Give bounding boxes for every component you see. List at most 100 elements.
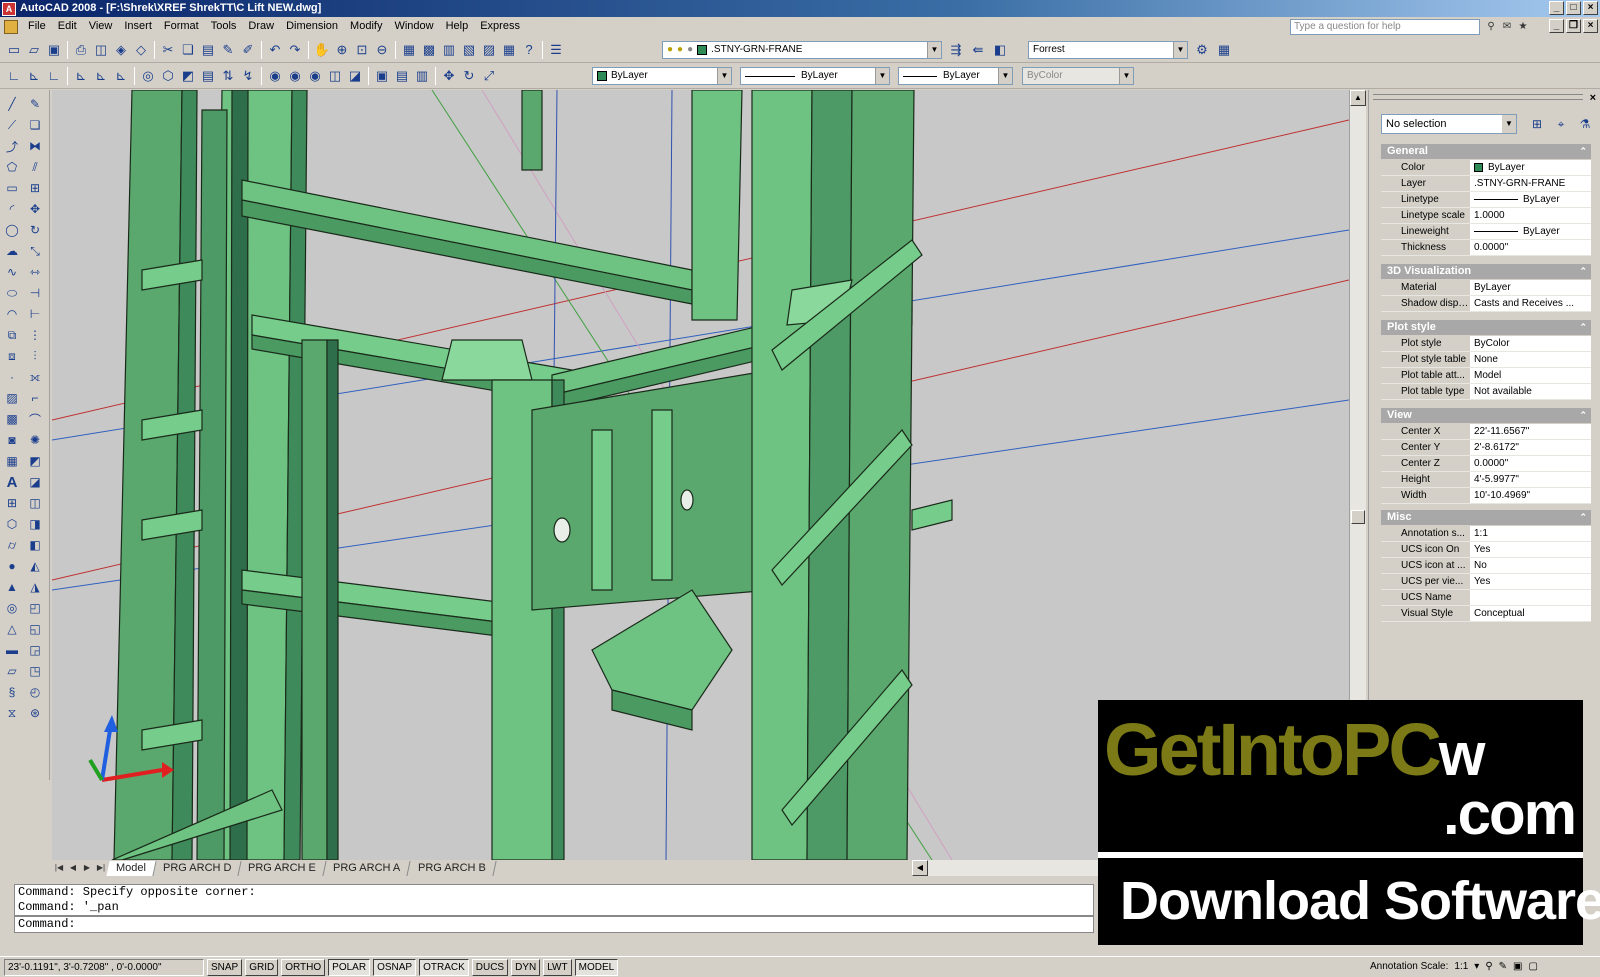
osnap-toggle[interactable]: OSNAP [373,958,417,976]
presspull-icon[interactable]: ⇅ [218,66,238,86]
cone-icon[interactable]: ▲ [2,577,22,597]
linetype-combo[interactable]: ByLayer ▼ [740,67,890,85]
layer-combo[interactable]: ● ● ● .STNY-GRN-FRANE ▼ [662,41,942,59]
planar-surface-icon[interactable]: ▱ [2,661,22,681]
prop-row[interactable]: Plot style table None [1381,352,1591,368]
3dprint-icon[interactable]: ◇ [131,40,151,60]
extrude-icon[interactable]: ▤ [198,66,218,86]
array-icon[interactable]: ⊞ [25,178,45,198]
doc-close-button[interactable]: × [1583,19,1598,33]
ucs-icon[interactable]: ∟ [4,66,24,86]
move-faces-icon[interactable]: ◫ [25,493,45,513]
construction-line-icon[interactable]: ⟋ [2,115,22,135]
solid-edit-icon[interactable]: ◩ [25,451,45,471]
publish-icon[interactable]: ◈ [111,40,131,60]
doc-minimize-button[interactable]: _ [1549,19,1564,33]
ellipse-arc-icon[interactable]: ◠ [2,304,22,324]
prop-row[interactable]: Center Z 0.0000" [1381,456,1591,472]
prop-row[interactable]: Plot table att... Model [1381,368,1591,384]
section-header[interactable]: General ⌃ [1381,144,1591,159]
copy-object-icon[interactable]: ❏ [25,115,45,135]
3d-orbit-icon[interactable]: ◎ [138,66,158,86]
close-button[interactable]: × [1583,1,1598,15]
menu-format[interactable]: Format [158,17,205,36]
autocad-app-icon[interactable]: A [2,1,16,16]
menu-insert[interactable]: Insert [118,17,158,36]
revcloud-icon[interactable]: ☁ [2,241,22,261]
prop-row[interactable]: Lineweight ByLayer [1381,224,1591,240]
prop-row[interactable]: Layer .STNY-GRN-FRANE [1381,176,1591,192]
prev-tab-icon[interactable]: ◀ [66,861,80,875]
section-header[interactable]: Plot style ⌃ [1381,320,1591,335]
close-icon[interactable]: × [1590,92,1596,104]
lights-icon[interactable]: ▥ [412,66,432,86]
block-editor-icon[interactable]: ✐ [238,40,258,60]
collapse-icon[interactable]: ⌃ [1579,320,1587,335]
color-combo[interactable]: ByLayer ▼ [592,67,732,85]
intersect-icon[interactable]: ◉ [305,66,325,86]
copy-faces-icon[interactable]: ◰ [25,598,45,618]
offset-icon[interactable]: ⫽ [25,157,45,177]
taper-faces-icon[interactable]: ◮ [25,577,45,597]
menu-express[interactable]: Express [474,17,526,36]
extrude-faces-icon[interactable]: ◪ [25,472,45,492]
lwt-toggle[interactable]: LWT [543,958,572,976]
prop-row[interactable]: Thickness 0.0000" [1381,240,1591,256]
subtract-icon[interactable]: ◉ [285,66,305,86]
section-header[interactable]: Misc ⌃ [1381,510,1591,525]
prop-row[interactable]: UCS per vie... Yes [1381,574,1591,590]
selection-combo[interactable]: No selection ▼ [1381,114,1517,134]
menu-modify[interactable]: Modify [344,17,388,36]
zoom-previous-icon[interactable]: ⊖ [372,40,392,60]
tab-prg-arch-e[interactable]: PRG ARCH E [238,860,327,876]
section-header[interactable]: 3D Visualization ⌃ [1381,264,1591,279]
menu-draw[interactable]: Draw [242,17,280,36]
command-input[interactable]: Command: [14,916,1094,933]
ortho-toggle[interactable]: ORTHO [281,958,326,976]
hatch-icon[interactable]: ▨ [2,388,22,408]
polysolid-icon[interactable]: ▬ [2,640,22,660]
table-style-icon[interactable]: ▦ [1214,40,1234,60]
point-icon[interactable]: · [2,367,22,387]
menu-edit[interactable]: Edit [52,17,83,36]
snap-toggle[interactable]: SNAP [207,958,243,976]
redo-icon[interactable]: ↷ [285,40,305,60]
make-current-icon[interactable]: ⇶ [946,40,966,60]
section-icon[interactable]: ◪ [345,66,365,86]
properties-icon[interactable]: ▦ [399,40,419,60]
zoom-window-icon[interactable]: ⊡ [352,40,372,60]
tab-prg-arch-d[interactable]: PRG ARCH D [153,860,243,876]
scroll-thumb[interactable] [1351,510,1365,524]
erase-icon[interactable]: ✎ [25,94,45,114]
tab-prg-arch-b[interactable]: PRG ARCH B [407,860,497,876]
pyramid-icon[interactable]: △ [2,619,22,639]
union-icon[interactable]: ◉ [265,66,285,86]
lineweight-combo[interactable]: ByLayer ▼ [898,67,1013,85]
prop-row[interactable]: Plot style ByColor [1381,336,1591,352]
paste-icon[interactable]: ▤ [198,40,218,60]
tab-prg-arch-a[interactable]: PRG ARCH A [323,860,412,876]
prop-row[interactable]: Material ByLayer [1381,280,1591,296]
imprint-icon[interactable]: ◲ [25,640,45,660]
menu-dimension[interactable]: Dimension [280,17,344,36]
prop-row[interactable]: Annotation s... 1:1 [1381,526,1591,542]
annotation-visibility-icon[interactable]: ⚲ [1485,958,1492,975]
copy-icon[interactable]: ❏ [178,40,198,60]
join-icon[interactable]: ⟗ [25,367,45,387]
ellipse-icon[interactable]: ⬭ [2,283,22,303]
polygon-icon[interactable]: ⬠ [2,157,22,177]
otrack-toggle[interactable]: OTRACK [419,958,469,976]
mtext-icon[interactable]: A [2,472,22,492]
clean-screen-icon[interactable]: ▢ [1529,958,1538,975]
menu-window[interactable]: Window [388,17,439,36]
prop-row[interactable]: Linetype scale 1.0000 [1381,208,1591,224]
box-solid-icon[interactable]: ⬡ [2,514,22,534]
chevron-down-icon[interactable]: ▾ [1474,958,1479,975]
region-icon[interactable]: ◙ [2,430,22,450]
3d-rotate-icon[interactable]: ↻ [459,66,479,86]
ducs-toggle[interactable]: DUCS [471,958,509,976]
prop-row[interactable]: Linetype ByLayer [1381,192,1591,208]
line-icon[interactable]: ╱ [2,94,22,114]
ucs-view-icon[interactable]: ⊾ [111,66,131,86]
help-icon[interactable]: ? [519,40,539,60]
